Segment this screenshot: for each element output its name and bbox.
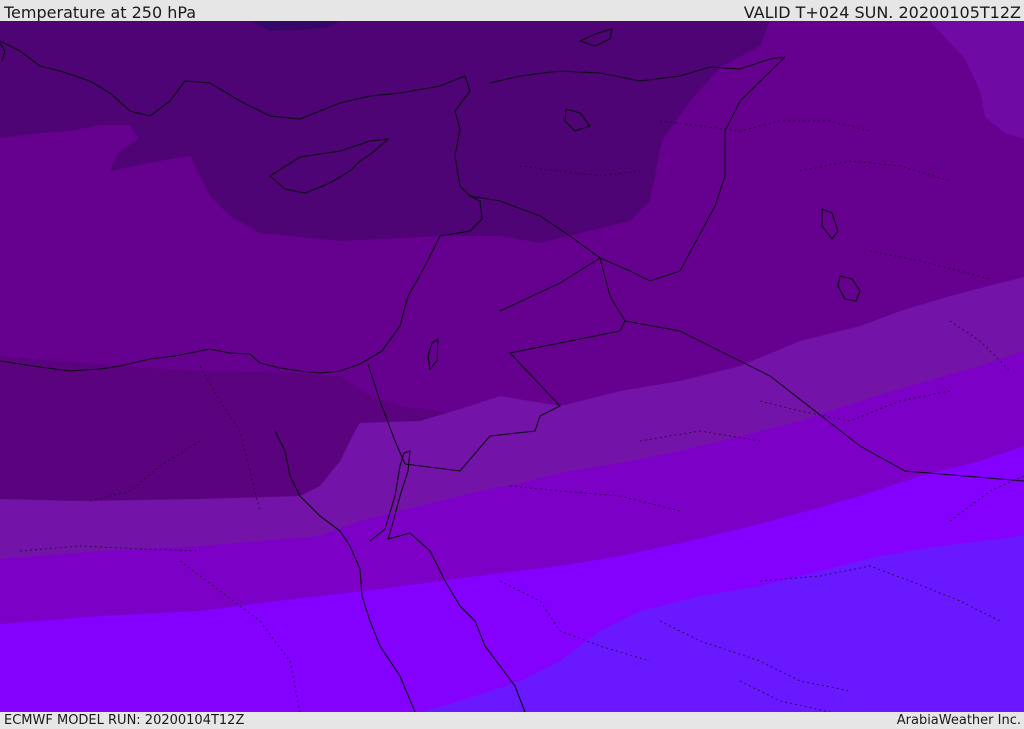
footer-bar: ECMWF MODEL RUN: 20200104T12Z ArabiaWeat… xyxy=(0,712,1024,729)
map-title: Temperature at 250 hPa xyxy=(4,3,197,22)
valid-time: VALID T+024 SUN. 20200105T12Z xyxy=(743,3,1021,22)
title-bar: Temperature at 250 hPa VALID T+024 SUN. … xyxy=(0,0,1024,22)
model-run: ECMWF MODEL RUN: 20200104T12Z xyxy=(4,713,245,728)
map-viewer: Temperature at 250 hPa VALID T+024 SUN. … xyxy=(0,0,1024,729)
temperature-map xyxy=(0,21,1024,712)
credit-text: ArabiaWeather Inc. xyxy=(896,713,1021,728)
